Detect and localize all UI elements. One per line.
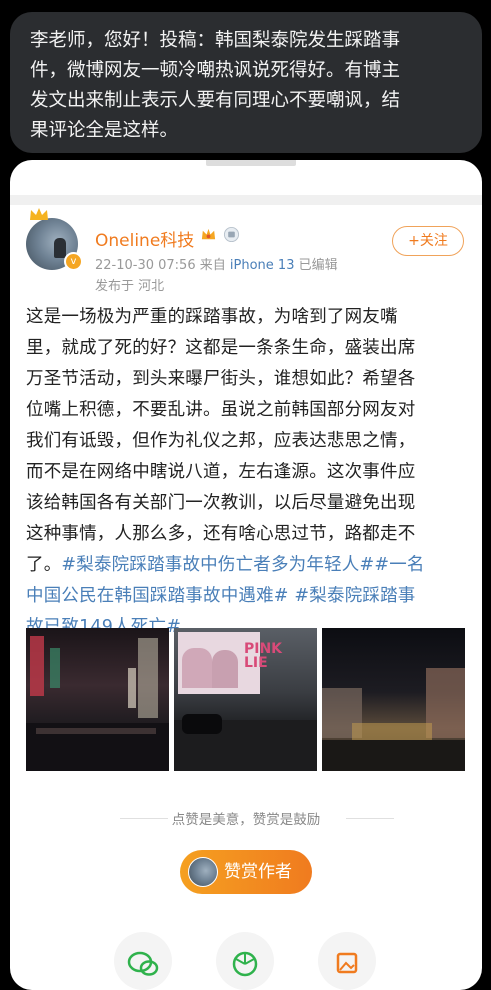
hashtag-link[interactable]: #梨泰院踩踏事故中伤亡者多为年轻人##一名	[61, 555, 424, 575]
crown-icon	[30, 208, 48, 220]
hashtag-link[interactable]: 中国公民在韩国踩踏事故中遇难# #梨泰院踩踏事	[26, 581, 472, 612]
post-location: 发布于 河北	[95, 279, 165, 294]
post-line: 我们有诋毁，但作为礼仪之邦，应表达悲思之情，	[26, 431, 416, 451]
photo-thumbnail[interactable]	[322, 628, 465, 771]
avatar-figure	[54, 238, 66, 258]
message-line: 件，微博网友一顿冷嘲热讽说死得好。有博主	[30, 60, 401, 81]
message-line: 李老师，您好！投稿：韩国梨泰院发生踩踏事	[30, 30, 401, 51]
image-icon	[336, 952, 358, 974]
edited-label[interactable]: 已编辑	[299, 258, 338, 273]
reward-label: 赞赏作者	[224, 862, 292, 882]
follow-button[interactable]: +关注	[392, 226, 464, 256]
post-card: v Oneline科技 22-10-30 07:56 来自 iPhone 13 …	[10, 160, 482, 990]
photo-thumbnail[interactable]: PINK LIE	[174, 628, 317, 771]
post-meta: 22-10-30 07:56 来自 iPhone 13 已编辑	[95, 254, 338, 273]
level-badge-icon	[223, 226, 240, 243]
post-line: 位嘴上积德，不要乱讲。虽说之前韩国部分网友对	[26, 400, 416, 420]
post-timestamp: 22-10-30 07:56	[95, 258, 196, 273]
wechat-icon	[127, 951, 159, 976]
photo-thumbnail[interactable]	[26, 628, 169, 771]
post-line: 了。#梨泰院踩踏事故中伤亡者多为年轻人##一名	[26, 550, 472, 581]
cropped-title	[206, 160, 296, 166]
reward-author-button[interactable]: 赞赏作者	[180, 850, 312, 894]
post-text: 了。	[26, 555, 62, 575]
post-line: 里，就成了死的好？这都是一条条生命，盛装出席	[26, 338, 416, 358]
cropped-header	[10, 160, 482, 190]
praise-divider-right	[346, 818, 394, 819]
share-moments-button[interactable]	[216, 932, 274, 990]
post-body: 这是一场极为严重的踩踏事故，为啥到了网友嘴 里，就成了死的好？这都是一条条生命，…	[26, 302, 472, 643]
section-divider	[10, 195, 482, 205]
message-line: 发文出来制止表示人要有同理心不要嘲讽，结	[30, 90, 401, 111]
praise-text: 点赞是美意，赞赏是鼓励	[171, 812, 321, 828]
author-badges	[200, 226, 240, 243]
photo-sign: PINK LIE	[244, 641, 283, 671]
message-line: 果评论全是这样。	[30, 120, 179, 141]
photo-grid: PINK LIE	[26, 628, 466, 771]
source-prefix: 来自	[199, 258, 226, 273]
post-line: 这是一场极为严重的踩踏事故，为啥到了网友嘴	[26, 307, 398, 327]
vip-crown-icon	[201, 228, 216, 240]
post-line: 这种事情，人那么多，还有啥心思过节，路都走不	[26, 524, 416, 544]
reward-avatar	[188, 857, 218, 887]
share-image-button[interactable]	[318, 932, 376, 990]
author-avatar[interactable]: v	[26, 208, 84, 271]
author-name[interactable]: Oneline科技	[95, 226, 194, 251]
moments-icon	[232, 951, 258, 977]
device-link[interactable]: iPhone 13	[230, 258, 295, 273]
praise-row: 点赞是美意，赞赏是鼓励	[10, 808, 482, 828]
message-bubble: 李老师，您好！投稿：韩国梨泰院发生踩踏事 件，微博网友一顿冷嘲热讽说死得好。有博…	[10, 12, 482, 153]
share-wechat-button[interactable]	[114, 932, 172, 990]
post-line: 而不是在网络中瞎说八道，左右逢源。这次事件应	[26, 462, 416, 482]
post-line: 该给韩国各有关部门一次教训，以后尽量避免出现	[26, 493, 416, 513]
post-line: 万圣节活动，到头来曝尸街头，谁想如此？希望各	[26, 369, 416, 389]
verified-badge-icon: v	[64, 252, 83, 271]
